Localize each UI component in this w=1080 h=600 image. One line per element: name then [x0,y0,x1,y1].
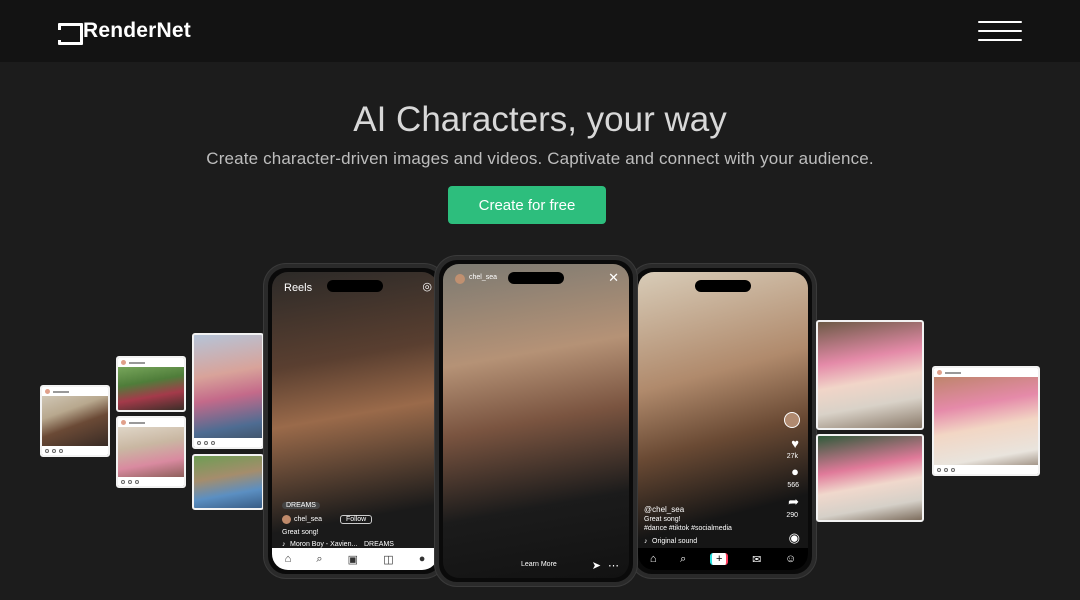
close-icon[interactable]: ✕ [608,270,619,286]
shop-icon[interactable]: ◫ [383,553,393,566]
character-image-pink-hair [934,368,1038,474]
instagram-post-thumbnail [932,366,1040,476]
phone-reels: Reels ◎ DREAMS chel_sea Follow Great son… [264,264,446,578]
instagram-post-thumbnail [116,416,186,488]
instagram-post-thumbnail [816,434,924,522]
instagram-post-thumbnail [192,333,264,449]
phone-notch [695,280,751,292]
post-footer [118,477,184,486]
instagram-post-thumbnail [816,320,924,430]
reel-username[interactable]: chel_sea [294,516,322,523]
phone-notch [508,272,564,284]
instagram-post-thumbnail [192,454,264,510]
tiktok-hashtags: #dance #tiktok #socialmedia [644,525,732,532]
phone-story: chel_sea ✕ Learn More ➤ ⋯ [435,256,637,586]
top-navbar: RenderNet [0,0,1080,62]
character-image [42,387,108,455]
send-icon[interactable]: ➤ [592,559,601,572]
comments-count: 566 [787,482,799,489]
home-icon[interactable]: ⌂ [650,553,657,565]
character-image-pink-hair [818,322,922,428]
character-image-microphone [272,272,438,570]
rendernet-logo-icon [57,23,83,45]
avatar [455,274,465,284]
instagram-post-thumbnail [40,385,110,457]
post-header [934,368,1038,377]
character-image [118,418,184,486]
character-image-pink-hair [818,436,922,520]
instagram-post-thumbnail [116,356,186,412]
character-image-black-dress [443,264,629,578]
camera-icon[interactable]: ◎ [422,280,432,293]
home-icon[interactable]: ⌂ [285,553,292,565]
phone-screen: Reels ◎ DREAMS chel_sea Follow Great son… [272,272,438,570]
reels-icon[interactable]: ▣ [348,553,358,566]
character-image [194,456,262,508]
post-header [42,387,108,396]
post-footer [194,438,262,447]
avatar[interactable] [784,412,800,428]
tiktok-sound: Original sound [652,538,698,545]
phone-screen: chel_sea ✕ Learn More ➤ ⋯ [443,264,629,578]
hamburger-menu-icon[interactable] [978,21,1022,41]
tiktok-disc-icon[interactable]: ◉ [789,530,800,546]
follow-button[interactable]: Follow [340,515,373,524]
heart-icon[interactable]: ♥ [791,436,799,451]
music-icon: ♪ [644,538,648,545]
tiktok-bottom-nav: ⌂ ⌕ + ✉ ☺ [638,548,808,570]
learn-more-link[interactable]: Learn More [521,561,557,568]
comment-icon[interactable]: ● [791,464,799,479]
tiktok-username[interactable]: @chel_sea [644,505,684,514]
logo-text: RenderNet [83,19,191,42]
post-footer [934,465,1038,474]
reels-header: Reels [284,282,313,294]
reel-music-tag: DREAMS [364,541,394,548]
reel-caption: Great song! [282,529,319,536]
phone-screen: ♥ 27k ● 566 ➦ 290 ◉ @chel_sea Great song… [638,272,808,570]
avatar [282,515,291,524]
story-username[interactable]: chel_sea [469,274,497,281]
more-icon[interactable]: ⋯ [608,559,619,572]
phone-notch [327,280,383,292]
character-image [194,335,262,447]
inbox-icon[interactable]: ✉ [752,553,761,566]
likes-count: 27k [786,453,798,460]
music-icon: ♪ [282,541,286,548]
logo[interactable]: RenderNet [57,19,191,45]
profile-icon[interactable]: ☺ [785,553,796,565]
post-header [118,418,184,427]
create-icon[interactable]: + [709,553,729,565]
create-for-free-button[interactable]: Create for free [448,186,606,224]
share-icon[interactable]: ➦ [788,494,799,510]
post-footer [42,446,108,455]
profile-icon[interactable]: ● [419,553,426,565]
shares-count: 290 [786,512,798,519]
post-header [118,358,184,367]
search-icon[interactable]: ⌕ [680,553,686,566]
reel-music: Moron Boy - Xavien... [290,541,358,548]
dreams-badge: DREAMS [282,502,320,509]
instagram-bottom-nav: ⌂ ⌕ ▣ ◫ ● [272,548,438,570]
hero-title: AI Characters, your way [353,100,727,139]
hero-subtitle: Create character-driven images and video… [206,149,874,168]
phone-tiktok: ♥ 27k ● 566 ➦ 290 ◉ @chel_sea Great song… [630,264,816,578]
tiktok-caption: Great song! [644,516,681,523]
search-icon[interactable]: ⌕ [316,553,322,566]
